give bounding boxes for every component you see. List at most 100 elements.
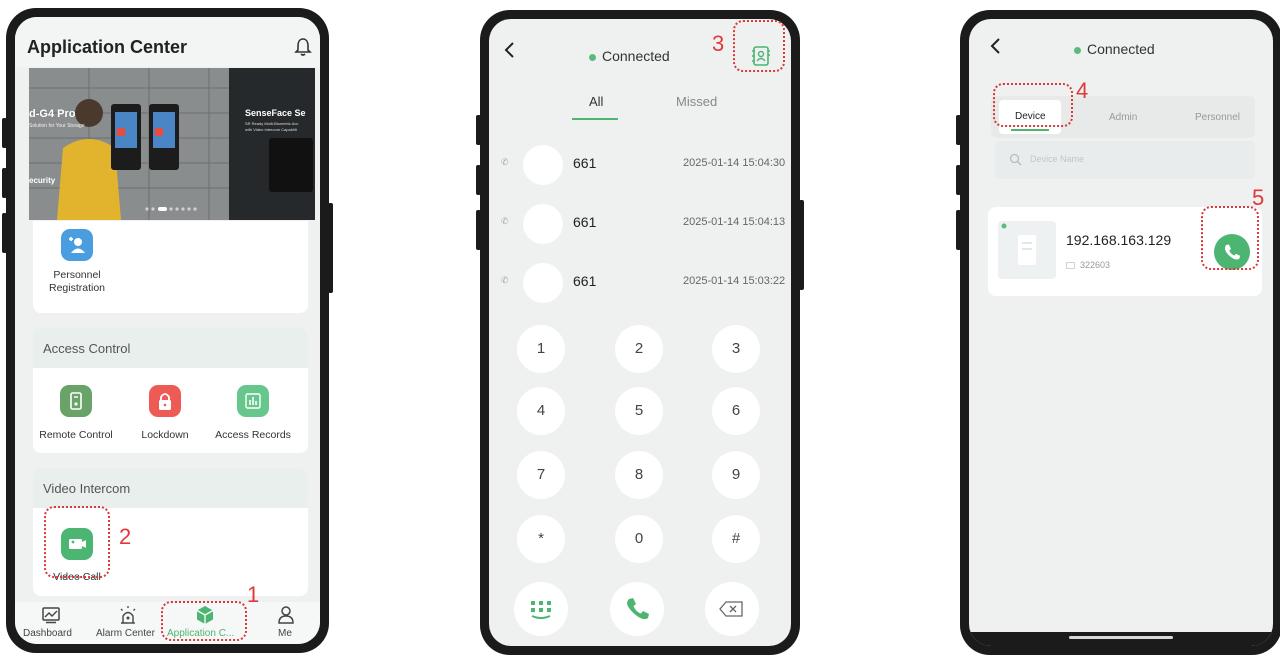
dialpad-toggle-button[interactable] <box>514 582 568 636</box>
keypad-key-6[interactable]: 6 <box>712 387 760 435</box>
label-line-2: Registration <box>48 282 106 294</box>
remote-control-label: Remote Control <box>39 429 113 441</box>
annotation-box-device-tab <box>993 83 1073 127</box>
search-icon <box>1009 153 1022 166</box>
annotation-number-4: 4 <box>1076 78 1089 103</box>
banner-left-bottom: ecurity <box>29 176 56 185</box>
device-panel-icon <box>1001 223 1036 265</box>
caller-name: 661 <box>573 155 597 171</box>
keypad-key-8[interactable]: 8 <box>615 451 663 499</box>
tab-personnel[interactable]: Personnel <box>1195 112 1240 123</box>
device-ip: 192.168.163.129 <box>1066 232 1172 248</box>
tab-dashboard[interactable]: Dashboard <box>23 628 72 639</box>
bell-icon[interactable] <box>294 37 312 57</box>
tab-device-underline <box>1011 129 1049 131</box>
call-log-row[interactable]: ✆ 661 2025-01-14 15:03:22 <box>489 258 791 308</box>
lockdown-button[interactable] <box>149 385 181 417</box>
access-records-label: Access Records <box>215 429 291 441</box>
promo-banner[interactable]: d-G4 Pro Solution for Your Storage ecuri… <box>29 68 315 220</box>
tab-missed[interactable]: Missed <box>676 94 717 109</box>
keypad-key-9[interactable]: 9 <box>712 451 760 499</box>
tab-alarm-center[interactable]: Alarm Center <box>96 628 155 639</box>
status-dot <box>589 53 596 61</box>
call-time: 2025-01-14 15:04:30 <box>683 157 786 169</box>
call-log-row[interactable]: ✆ 661 2025-01-14 15:04:30 <box>489 140 791 190</box>
connection-status: Connected <box>589 48 670 64</box>
personnel-registration-label: Personnel Registration <box>32 269 122 295</box>
phone-call-log: Connected All Missed ✆ 661 2025-01-14 15… <box>476 10 804 655</box>
banner-right-sub2: with Video Intercom Capabilit <box>245 127 297 132</box>
tab-all[interactable]: All <box>589 94 603 109</box>
alarm-icon[interactable] <box>117 604 139 626</box>
app-header: Application Center <box>15 17 320 67</box>
annotation-box-device-call <box>1201 206 1259 270</box>
remote-control-button[interactable] <box>60 385 92 417</box>
keypad-key-3[interactable]: 3 <box>712 325 760 373</box>
avatar <box>523 204 563 244</box>
caller-name: 661 <box>573 273 597 289</box>
call-log-row[interactable]: ✆ 661 2025-01-14 15:04:13 <box>489 199 791 249</box>
status-dot <box>1074 46 1081 54</box>
call-button[interactable] <box>610 582 664 636</box>
keypad-key-0[interactable]: 0 <box>615 515 663 563</box>
user-icon[interactable] <box>277 605 295 625</box>
annotation-box-video-call <box>44 506 110 578</box>
annotation-number-3: 3 <box>712 31 725 56</box>
lockdown-label: Lockdown <box>141 429 189 441</box>
home-indicator-bar <box>969 632 1273 646</box>
personnel-registration-button[interactable] <box>61 229 93 261</box>
connection-status: Connected <box>1074 41 1155 57</box>
keypad-key-star[interactable]: * <box>517 515 565 563</box>
avatar <box>523 263 563 303</box>
banner-right-title: SenseFace Se <box>245 108 306 118</box>
backspace-icon <box>719 601 743 617</box>
avatar <box>523 145 563 185</box>
access-control-card: Access Control Remote Control Lockdown A… <box>33 328 308 453</box>
home-indicator[interactable] <box>1069 636 1173 639</box>
device-id: 322603 <box>1080 260 1111 270</box>
annotation-number-2: 2 <box>119 524 132 549</box>
remote-control-icon <box>70 392 82 410</box>
keypad-key-5[interactable]: 5 <box>615 387 663 435</box>
status-text: Connected <box>1087 41 1155 57</box>
call-icon: ✆ <box>501 216 509 226</box>
section-title: Access Control <box>43 341 131 356</box>
tab-me[interactable]: Me <box>278 628 292 639</box>
add-user-icon <box>69 237 85 253</box>
keypad-key-2[interactable]: 2 <box>615 325 663 373</box>
video-intercom-header: Video Intercom <box>33 468 308 508</box>
banner-left-title: d-G4 Pro <box>29 108 76 120</box>
phone-icon <box>627 598 649 620</box>
call-icon: ✆ <box>501 275 509 285</box>
caller-name: 661 <box>573 214 597 230</box>
back-chevron-icon[interactable] <box>503 41 517 59</box>
keypad-key-1[interactable]: 1 <box>517 325 565 373</box>
device-id-icon <box>1066 262 1075 269</box>
dashboard-icon[interactable] <box>41 606 61 624</box>
page-title: Application Center <box>27 37 188 57</box>
device-thumbnail <box>998 221 1056 279</box>
status-text: Connected <box>602 48 670 64</box>
banner-right-sub: SR Ready Multi-Biometric Acc <box>245 121 299 126</box>
access-records-button[interactable] <box>237 385 269 417</box>
keypad-key-4[interactable]: 4 <box>517 387 565 435</box>
annotation-box-contacts <box>733 20 785 72</box>
call-time: 2025-01-14 15:03:22 <box>683 275 786 287</box>
records-chart-icon <box>245 393 261 409</box>
search-field[interactable]: Device Name <box>995 141 1255 179</box>
tab-all-underline <box>572 118 618 120</box>
tab-admin[interactable]: Admin <box>1109 112 1137 123</box>
search-placeholder: Device Name <box>1030 154 1085 164</box>
backspace-button[interactable] <box>705 582 759 636</box>
access-control-header: Access Control <box>33 328 308 368</box>
personnel-card: Personnel Registration <box>33 221 308 313</box>
back-chevron-icon[interactable] <box>989 37 1003 55</box>
call-time: 2025-01-14 15:04:13 <box>683 216 786 228</box>
keypad-key-7[interactable]: 7 <box>517 451 565 499</box>
banner-left-sub: Solution for Your Storage <box>29 123 85 129</box>
label-line-1: Personnel <box>53 269 101 281</box>
annotation-number-1: 1 <box>247 582 260 607</box>
keypad-key-hash[interactable]: # <box>712 515 760 563</box>
annotation-box-application-tab <box>161 601 247 641</box>
dialpad-icon <box>531 601 551 619</box>
